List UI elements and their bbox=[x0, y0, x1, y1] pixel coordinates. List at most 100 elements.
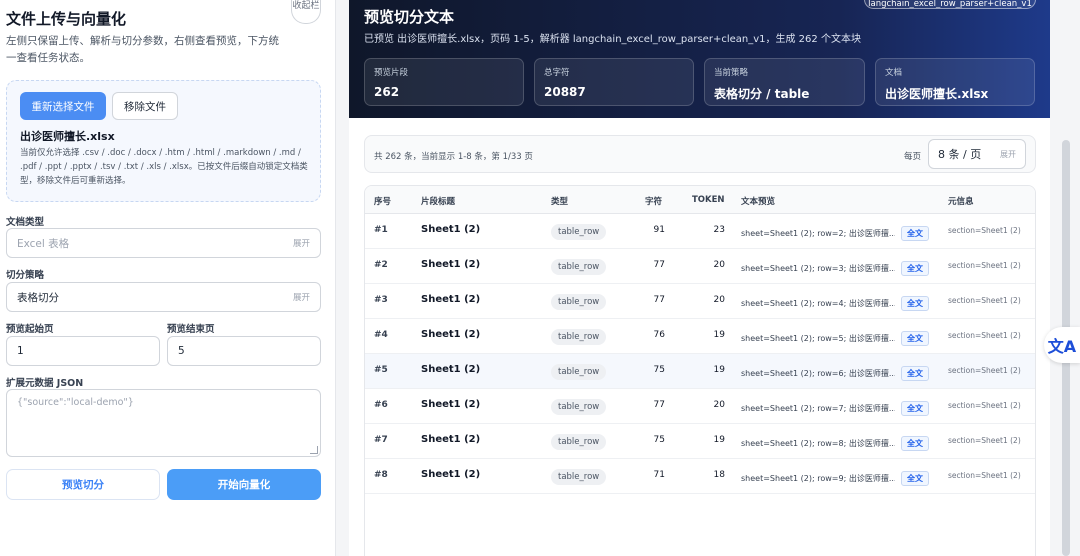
end-page-input[interactable]: 5 bbox=[167, 336, 321, 366]
row-number: #8 bbox=[374, 470, 388, 480]
pagination-bar: 共 262 条，当前显示 1-8 条，第 1/33 页 每页 8 条 / 页 展… bbox=[364, 135, 1036, 173]
table-row[interactable]: #1 Sheet1 (2) table_row 91 23 sheet=Sheet1 (2… bbox=[365, 214, 1035, 249]
row-chars: 75 bbox=[653, 435, 665, 445]
row-number: #2 bbox=[374, 260, 388, 270]
row-meta: section=Sheet1 (2) bbox=[948, 296, 1021, 305]
row-type-badge: table_row bbox=[551, 329, 607, 345]
row-tokens: 20 bbox=[713, 295, 725, 305]
resize-handle-icon[interactable] bbox=[310, 446, 318, 454]
stat-label: 当前策略 bbox=[714, 68, 749, 78]
strategy-expand[interactable]: 展开 bbox=[293, 291, 310, 303]
row-title: Sheet1 (2) bbox=[421, 294, 481, 305]
col-header-token: TOKEN bbox=[692, 195, 725, 205]
row-number: #6 bbox=[374, 400, 388, 410]
per-page-select[interactable]: 8 条 / 页 展开 bbox=[928, 139, 1026, 169]
row-chars: 71 bbox=[653, 470, 665, 480]
row-chars: 91 bbox=[653, 225, 665, 235]
row-tokens: 19 bbox=[713, 330, 725, 340]
panel-title: 文件上传与向量化 bbox=[6, 10, 127, 28]
strategy-value: 表格切分 bbox=[17, 291, 59, 304]
view-full-text-button[interactable]: 全文 bbox=[901, 296, 929, 311]
row-number: #7 bbox=[374, 435, 388, 445]
row-meta: section=Sheet1 (2) bbox=[948, 366, 1021, 375]
stat-label: 预览片段 bbox=[374, 68, 409, 78]
row-chars: 77 bbox=[653, 260, 665, 270]
table-row[interactable]: #2 Sheet1 (2) table_row 77 20 sheet=Sheet1 (2… bbox=[365, 249, 1035, 284]
preview-panel: 预览切分文本 langchain_excel_row_parser+clean_… bbox=[349, 0, 1050, 556]
row-meta: section=Sheet1 (2) bbox=[948, 471, 1021, 480]
row-type-badge: table_row bbox=[551, 294, 607, 310]
table-row[interactable]: #8 Sheet1 (2) table_row 71 18 sheet=Sheet1 (2… bbox=[365, 459, 1035, 494]
row-tokens: 19 bbox=[713, 365, 725, 375]
table-row[interactable]: #6 Sheet1 (2) table_row 77 20 sheet=Sheet1 (2… bbox=[365, 389, 1035, 424]
view-full-text-button[interactable]: 全文 bbox=[901, 366, 929, 381]
row-chars: 75 bbox=[653, 365, 665, 375]
preview-title: 预览切分文本 bbox=[364, 8, 455, 26]
translate-icon[interactable]: 文A bbox=[1044, 327, 1080, 363]
table-row[interactable]: #4 Sheet1 (2) table_row 76 19 sheet=Sheet1 (2… bbox=[365, 319, 1035, 354]
start-vectorize-button[interactable]: 开始向量化 bbox=[167, 469, 321, 500]
chunk-table: 序号 片段标题 类型 字符 TOKEN 文本预览 元信息 #1 Sheet1 (2… bbox=[364, 185, 1036, 556]
strategy-select[interactable]: 表格切分 展开 bbox=[6, 282, 321, 312]
row-number: #4 bbox=[374, 330, 388, 340]
panel-description: 左侧只保留上传、解析与切分参数，右侧查看预览，下方统一查看任务状态。 bbox=[6, 35, 279, 64]
row-chars: 76 bbox=[653, 330, 665, 340]
table-row[interactable]: #5 Sheet1 (2) table_row 75 19 sheet=Sheet1 (2… bbox=[365, 354, 1035, 389]
row-tokens: 20 bbox=[713, 400, 725, 410]
view-full-text-button[interactable]: 全文 bbox=[901, 401, 929, 416]
col-header-title: 片段标题 bbox=[421, 197, 456, 207]
parser-tag: langchain_excel_row_parser+clean_v1 bbox=[864, 0, 1036, 9]
row-preview: sheet=Sheet1 (2); row=9; 出诊医师擅... bbox=[741, 474, 895, 483]
row-meta: section=Sheet1 (2) bbox=[948, 436, 1021, 445]
row-title: Sheet1 (2) bbox=[421, 329, 481, 340]
pagination-info: 共 262 条，当前显示 1-8 条，第 1/33 页 bbox=[374, 152, 533, 162]
doc-type-expand[interactable]: 展开 bbox=[293, 237, 310, 249]
row-type-badge: table_row bbox=[551, 434, 607, 450]
view-full-text-button[interactable]: 全文 bbox=[901, 331, 929, 346]
row-title: Sheet1 (2) bbox=[421, 399, 481, 410]
view-full-text-button[interactable]: 全文 bbox=[901, 261, 929, 276]
remove-file-button[interactable]: 移除文件 bbox=[112, 92, 178, 120]
row-title: Sheet1 (2) bbox=[421, 224, 481, 235]
row-title: Sheet1 (2) bbox=[421, 469, 481, 480]
row-preview: sheet=Sheet1 (2); row=5; 出诊医师擅... bbox=[741, 334, 895, 343]
row-type-badge: table_row bbox=[551, 259, 607, 275]
start-page-label: 预览起始页 bbox=[6, 324, 54, 335]
view-full-text-button[interactable]: 全文 bbox=[901, 471, 929, 486]
col-header-preview: 文本预览 bbox=[741, 197, 776, 207]
row-number: #5 bbox=[374, 365, 388, 375]
view-full-text-button[interactable]: 全文 bbox=[901, 436, 929, 451]
stat-card-chunks: 预览片段 262 bbox=[364, 58, 524, 106]
row-number: #1 bbox=[374, 225, 388, 235]
table-row[interactable]: #7 Sheet1 (2) table_row 75 19 sheet=Sheet1 (2… bbox=[365, 424, 1035, 459]
col-header-chars: 字符 bbox=[645, 197, 663, 207]
stat-value: 20887 bbox=[544, 85, 586, 99]
view-full-text-button[interactable]: 全文 bbox=[901, 226, 929, 241]
preview-hero: 预览切分文本 langchain_excel_row_parser+clean_… bbox=[349, 0, 1050, 118]
row-chars: 77 bbox=[653, 400, 665, 410]
reselect-file-button[interactable]: 重新选择文件 bbox=[20, 92, 106, 120]
per-page-expand[interactable]: 展开 bbox=[1000, 149, 1016, 160]
row-preview: sheet=Sheet1 (2); row=4; 出诊医师擅... bbox=[741, 299, 895, 308]
stat-value: 表格切分 / table bbox=[714, 87, 810, 101]
meta-json-textarea[interactable]: {"source":"local-demo"} bbox=[6, 389, 321, 457]
row-meta: section=Sheet1 (2) bbox=[948, 226, 1021, 235]
table-header: 序号 片段标题 类型 字符 TOKEN 文本预览 元信息 bbox=[365, 186, 1035, 214]
meta-json-placeholder: {"source":"local-demo"} bbox=[17, 397, 134, 408]
stat-label: 文档 bbox=[885, 68, 903, 78]
start-page-input[interactable]: 1 bbox=[6, 336, 160, 366]
row-chars: 77 bbox=[653, 295, 665, 305]
per-page-label: 每页 bbox=[904, 152, 922, 162]
table-row[interactable]: #3 Sheet1 (2) table_row 77 20 sheet=Sheet1 (2… bbox=[365, 284, 1035, 319]
doc-type-select[interactable]: Excel 表格 展开 bbox=[6, 228, 321, 258]
collapse-sidebar-button[interactable]: 收起栏 bbox=[291, 0, 321, 24]
preview-split-button[interactable]: 预览切分 bbox=[6, 469, 160, 500]
row-preview: sheet=Sheet1 (2); row=3; 出诊医师擅... bbox=[741, 264, 895, 273]
row-preview: sheet=Sheet1 (2); row=6; 出诊医师擅... bbox=[741, 369, 895, 378]
stat-card-chars: 总字符 20887 bbox=[534, 58, 694, 106]
col-header-type: 类型 bbox=[551, 197, 569, 207]
row-type-badge: table_row bbox=[551, 469, 607, 485]
row-type-badge: table_row bbox=[551, 224, 607, 240]
meta-json-label: 扩展元数据 JSON bbox=[6, 378, 84, 389]
per-page-value: 8 条 / 页 bbox=[938, 148, 982, 161]
